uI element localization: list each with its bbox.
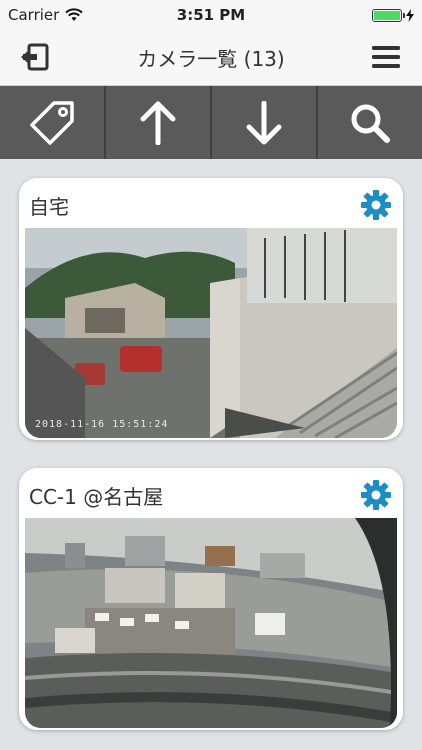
move-down-button[interactable]	[212, 86, 318, 159]
camera-snapshot	[25, 228, 397, 438]
arrow-down-icon	[246, 100, 282, 144]
menu-icon[interactable]	[372, 44, 400, 70]
camera-timestamp: 2018-11-16 15:51:24	[35, 419, 169, 430]
move-up-button[interactable]	[106, 86, 212, 159]
search-button[interactable]	[318, 86, 422, 159]
camera-card-header: 自宅	[19, 178, 403, 228]
camera-name: 自宅	[29, 195, 69, 219]
camera-preview[interactable]: 2018-11-16 15:51:24	[25, 228, 397, 438]
page-title: カメラ一覧 (13)	[137, 47, 285, 71]
camera-card[interactable]: CC-1 @名古屋	[19, 468, 403, 730]
search-icon	[351, 104, 390, 143]
arrow-up-icon	[140, 101, 176, 145]
clock: 3:51 PM	[176, 6, 246, 24]
camera-card[interactable]: 自宅 2018-11-16 15:51:24	[19, 178, 403, 440]
tag-icon	[30, 100, 74, 145]
camera-card-header: CC-1 @名古屋	[19, 468, 403, 518]
gear-icon[interactable]	[361, 480, 391, 510]
camera-preview[interactable]	[25, 518, 397, 728]
toolbar	[0, 86, 422, 159]
camera-name: CC-1 @名古屋	[29, 485, 164, 509]
tag-button[interactable]	[0, 86, 106, 159]
camera-snapshot	[25, 518, 397, 728]
navigation-bar: カメラ一覧 (13)	[0, 30, 422, 86]
battery-icon	[372, 8, 405, 22]
logout-icon[interactable]	[20, 42, 50, 72]
gear-icon[interactable]	[361, 190, 391, 220]
status-bar: Carrier 3:51 PM	[0, 0, 422, 30]
